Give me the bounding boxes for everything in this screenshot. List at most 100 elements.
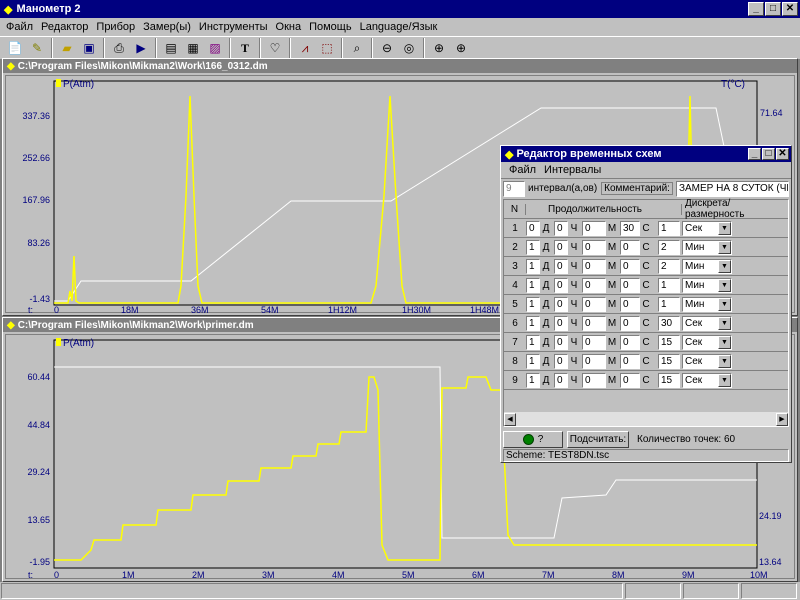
hours-input[interactable]: 0 (554, 296, 568, 312)
seconds-input[interactable]: 0 (620, 315, 640, 331)
discrete-value-input[interactable]: 15 (658, 334, 680, 350)
calculate-button[interactable]: Подсчитать: (567, 430, 629, 448)
zoom-in-plus-icon[interactable]: ⊕ (450, 38, 472, 59)
editor-menu-file[interactable]: Файл (505, 164, 540, 176)
discrete-value-input[interactable]: 2 (658, 258, 680, 274)
close-button[interactable]: ✕ (782, 2, 798, 16)
seconds-input[interactable]: 0 (620, 239, 640, 255)
chevron-down-icon[interactable]: ▼ (718, 240, 731, 254)
chevron-down-icon[interactable]: ▼ (718, 373, 731, 387)
seconds-input[interactable]: 30 (620, 220, 640, 236)
days-input[interactable]: 1 (526, 315, 540, 331)
hours-input[interactable]: 0 (554, 277, 568, 293)
discrete-unit-select[interactable]: Сек ▼ (682, 353, 732, 369)
discrete-unit-select[interactable]: Сек ▼ (682, 220, 732, 236)
seconds-input[interactable]: 0 (620, 353, 640, 369)
hours-input[interactable]: 0 (554, 258, 568, 274)
config-icon[interactable]: ▤ (160, 38, 182, 59)
hours-input[interactable]: 0 (554, 220, 568, 236)
discrete-unit-select[interactable]: Сек ▼ (682, 372, 732, 388)
minutes-input[interactable]: 0 (582, 372, 606, 388)
minutes-input[interactable]: 0 (582, 334, 606, 350)
minutes-input[interactable]: 0 (582, 220, 606, 236)
days-input[interactable]: 0 (526, 220, 540, 236)
hours-input[interactable]: 0 (554, 372, 568, 388)
chevron-down-icon[interactable]: ▼ (718, 354, 731, 368)
minutes-input[interactable]: 0 (582, 239, 606, 255)
text-icon[interactable]: T (234, 38, 256, 59)
new-icon[interactable]: 📄 (4, 38, 26, 59)
chevron-down-icon[interactable]: ▼ (718, 278, 731, 292)
minutes-input[interactable]: 0 (582, 296, 606, 312)
open-icon[interactable]: ▰ (56, 38, 78, 59)
menu-windows[interactable]: Окна (272, 21, 306, 33)
editor-maximize-button[interactable]: □ (762, 148, 775, 160)
seconds-input[interactable]: 0 (620, 334, 640, 350)
discrete-value-input[interactable]: 1 (658, 220, 680, 236)
days-input[interactable]: 1 (526, 296, 540, 312)
chevron-down-icon[interactable]: ▼ (718, 316, 731, 330)
hours-input[interactable]: 0 (554, 353, 568, 369)
minutes-input[interactable]: 0 (582, 315, 606, 331)
export-icon[interactable]: ▶ (130, 38, 152, 59)
seconds-input[interactable]: 0 (620, 372, 640, 388)
minimize-button[interactable]: _ (748, 2, 764, 16)
scroll-right-arrow-icon[interactable]: ▶ (776, 412, 788, 426)
discrete-unit-select[interactable]: Мин ▼ (682, 258, 732, 274)
heart-icon[interactable]: ♡ (264, 38, 286, 59)
comment-input[interactable]: ЗАМЕР НА 8 СУТОК (ЧЕРЕЗ 120- (675, 180, 789, 197)
editor-menu-intervals[interactable]: Интервалы (540, 164, 605, 176)
time-scheme-editor[interactable]: ◆ Редактор временных схем _ □ ✕ Файл Инт… (500, 145, 792, 463)
hours-input[interactable]: 0 (554, 334, 568, 350)
save-icon[interactable]: ▣ (78, 38, 100, 59)
discrete-value-input[interactable]: 15 (658, 353, 680, 369)
chart-icon[interactable]: ▨ (204, 38, 226, 59)
menu-device[interactable]: Прибор (92, 21, 139, 33)
discrete-value-input[interactable]: 30 (658, 315, 680, 331)
hours-input[interactable]: 0 (554, 315, 568, 331)
editor-minimize-button[interactable]: _ (748, 148, 761, 160)
discrete-value-input[interactable]: 15 (658, 372, 680, 388)
scroll-left-arrow-icon[interactable]: ◀ (504, 412, 516, 426)
zoom-in-icon[interactable]: ⊕ (428, 38, 450, 59)
seconds-input[interactable]: 0 (620, 296, 640, 312)
days-input[interactable]: 1 (526, 372, 540, 388)
help-button[interactable]: ? (503, 430, 563, 448)
days-input[interactable]: 1 (526, 277, 540, 293)
zoom-fit-icon[interactable]: ◎ (398, 38, 420, 59)
discrete-unit-select[interactable]: Сек ▼ (682, 334, 732, 350)
print-icon[interactable]: ⎙ (108, 38, 130, 59)
days-input[interactable]: 1 (526, 258, 540, 274)
minutes-input[interactable]: 0 (582, 277, 606, 293)
graph-icon[interactable]: ⩘ (294, 38, 316, 59)
menu-tools[interactable]: Инструменты (195, 21, 272, 33)
zoom-out-icon[interactable]: ⊖ (376, 38, 398, 59)
menu-file[interactable]: Файл (2, 21, 37, 33)
discrete-unit-select[interactable]: Сек ▼ (682, 315, 732, 331)
discrete-unit-select[interactable]: Мин ▼ (682, 277, 732, 293)
chevron-down-icon[interactable]: ▼ (718, 297, 731, 311)
discrete-unit-select[interactable]: Мин ▼ (682, 239, 732, 255)
seconds-input[interactable]: 0 (620, 258, 640, 274)
minutes-input[interactable]: 0 (582, 353, 606, 369)
menu-editor[interactable]: Редактор (37, 21, 92, 33)
menu-help[interactable]: Помощь (305, 21, 356, 33)
discrete-value-input[interactable]: 2 (658, 239, 680, 255)
minutes-input[interactable]: 0 (582, 258, 606, 274)
horizontal-scrollbar[interactable]: ◀ ▶ (504, 412, 788, 426)
days-input[interactable]: 1 (526, 353, 540, 369)
seconds-input[interactable]: 0 (620, 277, 640, 293)
wand-icon[interactable]: ✎ (26, 38, 48, 59)
chevron-down-icon[interactable]: ▼ (718, 221, 731, 235)
discrete-value-input[interactable]: 1 (658, 296, 680, 312)
menu-measurements[interactable]: Замер(ы) (139, 21, 195, 33)
chevron-down-icon[interactable]: ▼ (718, 335, 731, 349)
search-icon[interactable]: ⌕ (346, 38, 368, 59)
interval-count-input[interactable]: 9 (503, 180, 525, 197)
chevron-down-icon[interactable]: ▼ (718, 259, 731, 273)
table-icon[interactable]: ▦ (182, 38, 204, 59)
zoom-area-icon[interactable]: ⬚ (316, 38, 338, 59)
hours-input[interactable]: 0 (554, 239, 568, 255)
days-input[interactable]: 1 (526, 239, 540, 255)
menu-language[interactable]: Language/Язык (356, 21, 442, 33)
